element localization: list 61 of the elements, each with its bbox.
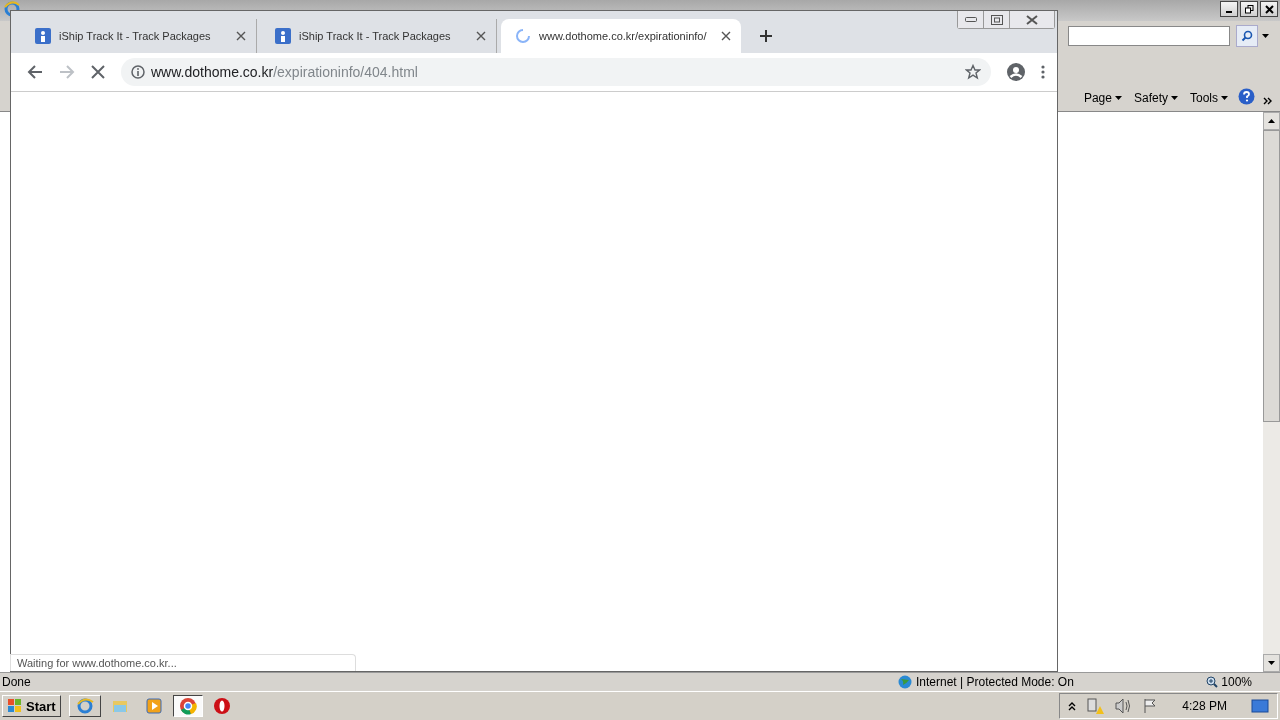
- site-favicon-icon: [35, 28, 51, 44]
- minimize-button[interactable]: [958, 11, 984, 28]
- status-text: Done: [2, 675, 32, 689]
- site-favicon-icon: [275, 28, 291, 44]
- restore-button[interactable]: [1240, 1, 1258, 17]
- browser-logo-icon: [75, 697, 94, 715]
- browser-logo-icon: [178, 697, 197, 715]
- search-field[interactable]: [1068, 26, 1230, 46]
- restore-button[interactable]: [984, 11, 1010, 28]
- close-tab-icon[interactable]: [721, 31, 731, 41]
- command-menu[interactable]: Safety: [1131, 91, 1180, 105]
- play-icon: [144, 697, 163, 715]
- caret-icon: [1171, 96, 1178, 100]
- volume-icon[interactable]: [1114, 698, 1133, 714]
- help-icon[interactable]: [1238, 88, 1255, 105]
- caret-icon: [1221, 96, 1228, 100]
- close-icon: [1026, 14, 1038, 25]
- close-tab-icon[interactable]: [476, 31, 486, 41]
- browser-logo-icon: [4, 1, 20, 17]
- caret-icon: [1261, 34, 1269, 38]
- command-menu[interactable]: Tools: [1188, 91, 1230, 105]
- start-button[interactable]: Start: [2, 695, 61, 717]
- stop-icon[interactable]: [91, 65, 105, 79]
- browser-tab[interactable]: iShip Track It - Track Packages: [21, 19, 257, 53]
- loading-spinner-icon: [515, 28, 531, 44]
- globe-icon: [898, 675, 912, 689]
- browser-tab[interactable]: iShip Track It - Track Packages: [261, 19, 497, 53]
- command-menu[interactable]: Page: [1081, 91, 1124, 105]
- minimize-icon: [1226, 11, 1232, 13]
- menu-icon[interactable]: [1041, 65, 1045, 79]
- windows-logo-icon: [7, 698, 23, 714]
- caret-icon: [1114, 96, 1122, 100]
- scroll-down-icon[interactable]: [1268, 661, 1275, 665]
- account-icon[interactable]: [1007, 63, 1025, 81]
- close-button[interactable]: [1260, 1, 1278, 17]
- bookmark-star-icon[interactable]: [965, 64, 981, 80]
- restore-icon: [990, 14, 1003, 25]
- taskbar-app-button[interactable]: [172, 695, 203, 717]
- security-zone: Internet | Protected Mode: On: [916, 675, 1074, 689]
- search-icon: [1241, 30, 1253, 42]
- minimize-icon: [964, 16, 977, 23]
- status-bubble: Waiting for www.dothome.co.kr...: [10, 654, 356, 671]
- close-button[interactable]: [1010, 11, 1054, 28]
- back-icon[interactable]: [27, 64, 43, 80]
- more-commands-icon[interactable]: [1263, 97, 1272, 105]
- clock[interactable]: 4:28 PM: [1182, 699, 1227, 713]
- browser-tab[interactable]: www.dothome.co.kr/expirationinfo/: [501, 19, 741, 53]
- minimize-button[interactable]: [1220, 1, 1238, 17]
- zoom-button[interactable]: 100%: [1200, 674, 1258, 690]
- scrollbar[interactable]: [1263, 112, 1280, 672]
- close-icon: [1264, 4, 1274, 14]
- restore-icon: [1244, 4, 1254, 14]
- zoom-icon: [1206, 676, 1219, 688]
- info-icon[interactable]: [131, 65, 145, 79]
- search-button[interactable]: [1236, 25, 1258, 47]
- show-hidden-icons-icon[interactable]: [1068, 701, 1077, 711]
- new-tab-icon[interactable]: [759, 29, 773, 43]
- close-tab-icon[interactable]: [236, 31, 246, 41]
- address-bar[interactable]: www.dothome.co.kr/expirationinfo/404.html: [121, 58, 991, 86]
- scroll-up-icon[interactable]: [1268, 119, 1275, 123]
- letter-o-logo-icon: [212, 697, 231, 715]
